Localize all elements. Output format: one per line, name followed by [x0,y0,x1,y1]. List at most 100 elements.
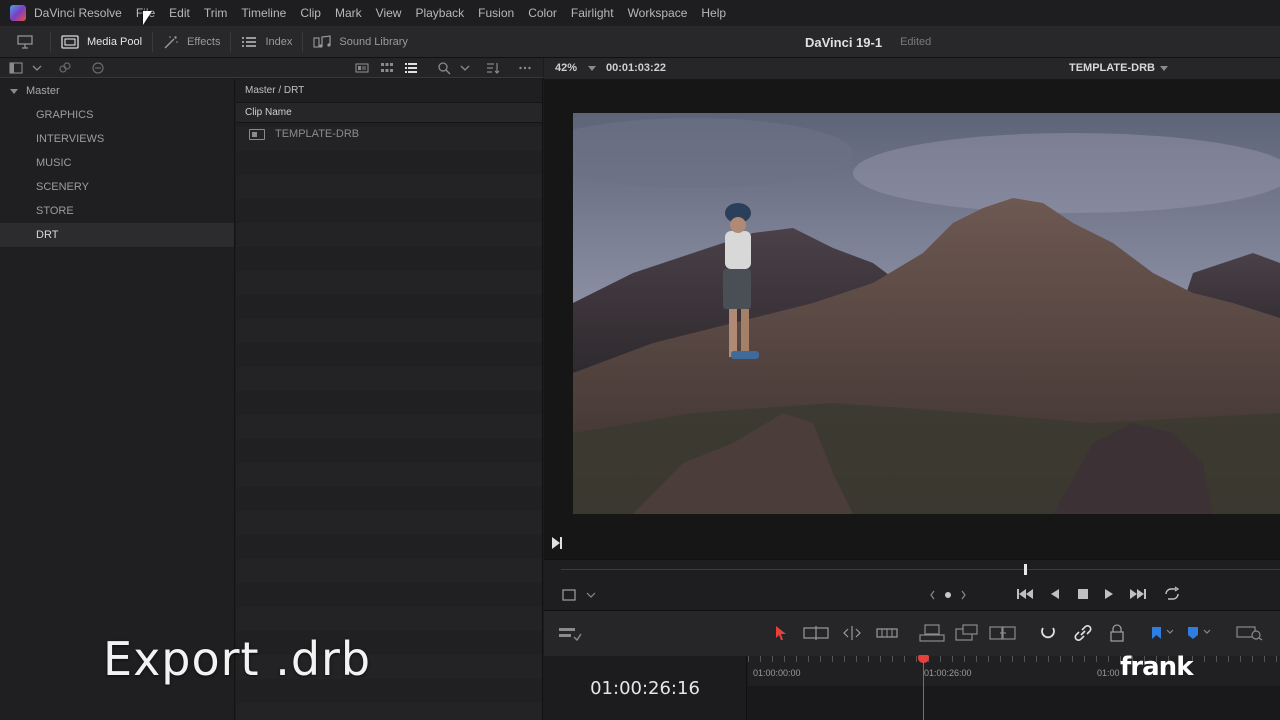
stop-icon[interactable] [1076,587,1090,601]
menu-clip[interactable]: Clip [293,6,328,20]
safe-area-icon[interactable] [561,588,577,602]
index-label: Index [265,35,293,48]
clip-name: TEMPLATE-DRB [275,128,360,140]
sound-library-button[interactable]: Sound Library [303,26,418,58]
bin-scenery[interactable]: SCENERY [0,175,234,199]
ruler-label: 01:00:26:00 [924,668,972,678]
workspace-toggle-button[interactable] [0,26,50,58]
menu-mark[interactable]: Mark [328,6,369,20]
go-to-end-icon[interactable] [1129,587,1147,601]
viewer-duration-timecode: 00:01:03:22 [606,62,666,74]
viewer-clip-name[interactable]: TEMPLATE-DRB [1069,62,1155,74]
sound-library-label: Sound Library [339,35,408,48]
bin-path-breadcrumb: Master / DRT [236,79,542,103]
project-title: DaVinci 19-1 Edited [805,26,931,58]
index-button[interactable]: Index [231,26,302,58]
menu-playback[interactable]: Playback [408,6,471,20]
davinci-resolve-window: DaVinci Resolve File Edit Trim Timeline … [0,0,1280,720]
list-view-icon[interactable] [404,61,418,75]
edit-toolbar [544,610,1280,656]
menu-trim[interactable]: Trim [197,6,235,20]
scrubber-handle[interactable] [1024,564,1027,575]
transport-controls [544,578,1280,610]
ruler-label: 01:00:00:00 [753,668,801,678]
magic-wand-icon [164,35,178,48]
menu-workspace[interactable]: Workspace [621,6,695,20]
play-reverse-icon[interactable] [1049,587,1061,601]
overwrite-clip-icon[interactable] [955,624,979,642]
blade-icon[interactable] [876,625,898,641]
zoom-level[interactable]: 42% [555,62,577,74]
project-name: DaVinci 19-1 [805,34,883,50]
video-frame-image [573,113,1280,514]
thumbnail-view-icon[interactable] [380,61,394,75]
channel-watermark: frank [1120,652,1193,682]
top-toolbar: Media Pool Effects Index Sound Library D… [0,26,1280,58]
menu-view[interactable]: View [369,6,409,20]
monitor-icon [17,34,33,49]
timeline-track-area[interactable] [748,686,1280,720]
menu-fusion[interactable]: Fusion [471,6,521,20]
media-pool-label: Media Pool [87,35,143,48]
bin-store[interactable]: STORE [0,199,234,223]
ruler-label: 01:00 [1097,668,1120,678]
playhead-line[interactable] [923,660,924,720]
menu-help[interactable]: Help [694,6,733,20]
chevron-down-icon[interactable] [1160,66,1168,71]
marker-icon[interactable] [1186,625,1214,641]
timeline-ruler[interactable]: 01:00:00:00 01:00:26:00 01:00 [748,656,1280,686]
sidebar-toggle-icon[interactable] [9,61,23,75]
linked-selection-icon[interactable] [1073,624,1093,642]
bin-master[interactable]: Master [0,79,234,103]
media-pool-icon [61,34,79,49]
chevron-down-icon[interactable] [588,66,596,71]
play-icon[interactable] [1103,587,1115,601]
smart-bin-icon[interactable] [91,61,105,75]
replace-clip-icon[interactable] [989,624,1017,642]
column-header-clip-name[interactable]: Clip Name [236,103,542,123]
timeline-options-icon[interactable] [558,625,582,641]
chevron-down-icon[interactable] [458,61,472,75]
bin-interviews[interactable]: INTERVIEWS [0,127,234,151]
bin-music[interactable]: MUSIC [0,151,234,175]
link-icon[interactable] [58,61,72,75]
bin-drt[interactable]: DRT [0,223,234,247]
selection-arrow-icon[interactable] [774,625,788,641]
chevron-down-icon[interactable] [30,61,44,75]
snapping-icon[interactable] [1038,624,1058,642]
more-options-icon[interactable] [518,61,532,75]
scrubber-track [561,569,1280,570]
menu-edit[interactable]: Edit [162,6,197,20]
search-icon[interactable] [437,61,451,75]
menu-app[interactable]: DaVinci Resolve [30,6,129,20]
mouse-cursor-icon [143,11,152,25]
flag-icon[interactable] [1150,625,1176,641]
trim-edit-icon[interactable] [803,625,829,641]
dynamic-trim-icon[interactable] [840,625,864,641]
jog-wheel-icon[interactable] [929,589,967,601]
sort-icon[interactable] [486,61,500,75]
metadata-view-icon[interactable] [355,61,369,75]
effects-label: Effects [187,35,221,48]
timeline-timecode[interactable]: 01:00:26:16 [544,656,747,720]
chevron-down-icon[interactable] [586,591,596,599]
clip-row[interactable]: TEMPLATE-DRB [236,123,542,145]
media-pool-subtoolbar [0,58,543,78]
menu-timeline[interactable]: Timeline [234,6,293,20]
chevron-down-icon [10,88,18,94]
media-pool-button[interactable]: Media Pool [51,26,152,58]
effects-button[interactable]: Effects [153,26,230,58]
media-pool-clip-list: Master / DRT Clip Name TEMPLATE-DRB [236,79,543,720]
menu-color[interactable]: Color [521,6,564,20]
menu-fairlight[interactable]: Fairlight [564,6,621,20]
insert-clip-icon[interactable] [919,624,945,642]
list-icon [242,36,257,47]
timeline-viewer[interactable] [544,79,1280,559]
zoom-timeline-icon[interactable] [1236,625,1264,641]
play-marker-icon[interactable] [552,537,562,549]
bin-graphics[interactable]: GRAPHICS [0,103,234,127]
lock-icon[interactable] [1109,624,1125,642]
project-state: Edited [900,36,932,48]
loop-icon[interactable] [1163,586,1181,602]
go-to-start-icon[interactable] [1016,587,1034,601]
